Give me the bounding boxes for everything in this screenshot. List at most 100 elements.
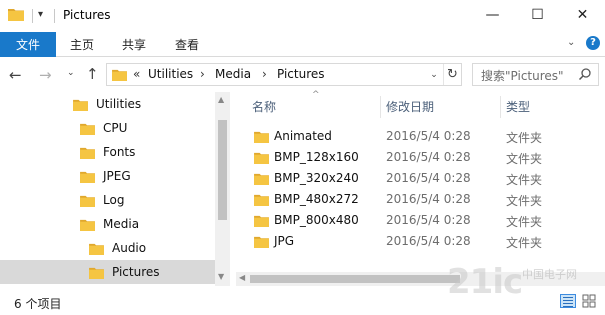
- file-name: BMP_320x240: [274, 171, 359, 185]
- file-date: 2016/5/4 0:28: [386, 192, 471, 206]
- file-date: 2016/5/4 0:28: [386, 150, 471, 164]
- search-input[interactable]: 搜索"Pictures": [472, 63, 599, 86]
- scrollbar-thumb[interactable]: [218, 120, 227, 220]
- maximize-button[interactable]: ☐: [515, 0, 560, 30]
- folder-icon: [254, 194, 269, 206]
- maximize-icon: ☐: [531, 7, 544, 23]
- tab-home[interactable]: 主页: [70, 32, 94, 57]
- folder-icon: [254, 131, 269, 143]
- file-name: BMP_800x480: [274, 213, 359, 227]
- file-type: 文件夹: [506, 131, 543, 145]
- search-icon: [578, 68, 591, 81]
- file-type: 文件夹: [506, 215, 543, 229]
- file-name: Animated: [274, 129, 332, 143]
- tab-file[interactable]: 文件: [0, 32, 56, 57]
- forward-arrow-icon[interactable]: →: [39, 66, 52, 84]
- close-icon: ✕: [576, 7, 589, 23]
- item-count: 6 个项目: [14, 297, 62, 311]
- file-date: 2016/5/4 0:28: [386, 171, 471, 185]
- breadcrumb-separator-icon[interactable]: ›: [262, 67, 267, 81]
- address-bar[interactable]: « Utilities › Media › Pictures ⌄ ↻: [106, 63, 462, 86]
- address-history-icon[interactable]: ⌄: [425, 64, 443, 85]
- file-row[interactable]: BMP_320x240 2016/5/4 0:28 文件夹: [236, 168, 596, 189]
- file-date: 2016/5/4 0:28: [386, 234, 471, 248]
- scrollbar-thumb[interactable]: [250, 275, 460, 283]
- file-row[interactable]: BMP_480x272 2016/5/4 0:28 文件夹: [236, 189, 596, 210]
- minimize-icon: —: [485, 7, 500, 23]
- file-list: 名称 ^ 修改日期 类型 Animated 2016/5/4 0:28 文件夹 …: [236, 90, 605, 272]
- refresh-icon[interactable]: ↻: [443, 64, 461, 85]
- watermark-logo: 21ic: [447, 262, 523, 302]
- large-icons-view-icon[interactable]: [582, 294, 596, 308]
- folder-icon: [73, 99, 88, 111]
- tab-view[interactable]: 查看: [175, 32, 199, 57]
- tree-item-label: JPEG: [103, 169, 131, 183]
- folder-icon: [80, 171, 95, 183]
- tab-share[interactable]: 共享: [122, 32, 146, 57]
- recent-locations-icon[interactable]: ⌄: [67, 68, 75, 78]
- back-arrow-icon[interactable]: ←: [9, 66, 22, 84]
- file-row[interactable]: BMP_800x480 2016/5/4 0:28 文件夹: [236, 210, 596, 231]
- breadcrumb-utilities[interactable]: Utilities: [148, 67, 193, 81]
- quick-access-dropdown-icon[interactable]: ▾: [38, 9, 43, 20]
- folder-icon: [89, 243, 104, 255]
- breadcrumb-overflow-icon[interactable]: «: [133, 67, 140, 81]
- title-separator: [54, 9, 55, 23]
- column-divider[interactable]: [380, 96, 381, 118]
- file-date: 2016/5/4 0:28: [386, 129, 471, 143]
- tree-item-label: CPU: [103, 121, 128, 135]
- folder-icon: [8, 9, 24, 21]
- tree-item-label: Pictures: [112, 265, 160, 279]
- file-type: 文件夹: [506, 236, 543, 250]
- tree-item-label: Media: [103, 217, 140, 231]
- details-view-icon[interactable]: [560, 294, 576, 308]
- tree-item-media[interactable]: Media: [0, 212, 215, 236]
- scroll-left-icon[interactable]: ◀: [239, 273, 245, 282]
- folder-icon: [254, 173, 269, 185]
- tree-item-utilities[interactable]: Utilities: [0, 92, 215, 116]
- folder-icon: [80, 195, 95, 207]
- sort-ascending-icon: ^: [312, 90, 320, 100]
- file-type: 文件夹: [506, 152, 543, 166]
- file-type: 文件夹: [506, 194, 543, 208]
- column-header-date[interactable]: 修改日期: [386, 92, 434, 120]
- file-type: 文件夹: [506, 173, 543, 187]
- expand-ribbon-icon[interactable]: ⌄: [567, 37, 575, 48]
- file-row[interactable]: JPG 2016/5/4 0:28 文件夹: [236, 231, 596, 252]
- breadcrumb-separator-icon[interactable]: ›: [200, 67, 205, 81]
- breadcrumb-pictures[interactable]: Pictures: [277, 67, 325, 81]
- scroll-up-icon[interactable]: ▲: [218, 95, 224, 104]
- file-row[interactable]: Animated 2016/5/4 0:28 文件夹: [236, 126, 596, 147]
- title-separator: [32, 9, 33, 23]
- column-date-label: 修改日期: [386, 99, 435, 114]
- breadcrumb-media[interactable]: Media: [215, 67, 251, 81]
- tree-item-jpeg[interactable]: JPEG: [0, 164, 215, 188]
- search-placeholder: 搜索"Pictures": [481, 69, 564, 83]
- file-name: BMP_480x272: [274, 192, 359, 206]
- ribbon-tabs: 文件 主页 共享 查看 ⌄ ?: [0, 32, 605, 57]
- file-row[interactable]: BMP_128x160 2016/5/4 0:28 文件夹: [236, 147, 596, 168]
- tree-item-fonts[interactable]: Fonts: [0, 140, 215, 164]
- column-divider[interactable]: [500, 96, 501, 118]
- tree-item-label: Utilities: [96, 97, 142, 111]
- close-button[interactable]: ✕: [560, 0, 605, 30]
- minimize-button[interactable]: —: [470, 0, 515, 30]
- folder-icon: [112, 69, 127, 81]
- tree-item-pictures[interactable]: Pictures: [0, 260, 215, 284]
- navigation-pane-scrollbar[interactable]: ▲ ▼: [215, 92, 230, 286]
- tree-item-audio[interactable]: Audio: [0, 236, 215, 260]
- tree-item-cpu[interactable]: CPU: [0, 116, 215, 140]
- scroll-down-icon[interactable]: ▼: [218, 272, 224, 281]
- tree-item-log[interactable]: Log: [0, 188, 215, 212]
- up-arrow-icon[interactable]: ↑: [86, 65, 99, 83]
- folder-icon: [80, 219, 95, 231]
- help-icon[interactable]: ?: [586, 36, 600, 50]
- column-header-name[interactable]: 名称: [252, 92, 276, 120]
- title-bar: ▾ Pictures — ☐ ✕: [0, 0, 605, 32]
- watermark-subtitle: 中国电子网: [522, 268, 577, 281]
- column-header-type[interactable]: 类型: [506, 92, 530, 120]
- navigation-bar: ← → ⌄ ↑ « Utilities › Media › Pictures ⌄…: [0, 57, 605, 92]
- window-title: Pictures: [63, 8, 111, 22]
- tree-item-label: Log: [103, 193, 125, 207]
- file-name: JPG: [274, 234, 295, 248]
